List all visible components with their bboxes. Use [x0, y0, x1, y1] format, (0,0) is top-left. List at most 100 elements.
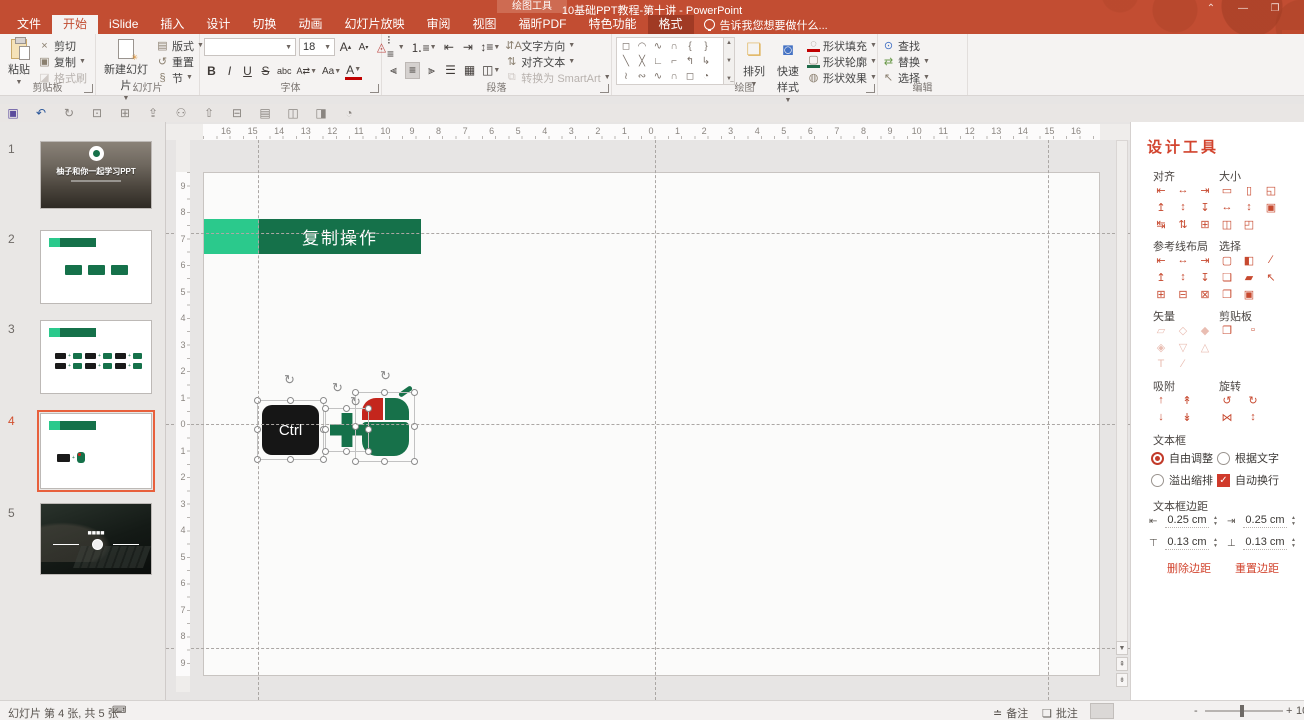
normal-view-button[interactable]	[1090, 703, 1114, 719]
glyph-icon[interactable]: ↳	[699, 56, 713, 67]
character-spacing-button[interactable]: abc	[276, 63, 293, 80]
reset-button[interactable]: ↺重置	[156, 55, 204, 68]
tab-transitions[interactable]: 切换	[241, 15, 287, 34]
qat-icon-5[interactable]: ⇪	[146, 106, 160, 120]
margin-right-field[interactable]: ⇥ 0.25 cm ▲▼	[1227, 514, 1296, 528]
margin-top-field[interactable]: ⊤ 0.13 cm ▲▼	[1149, 536, 1218, 550]
slide-thumbnail-1[interactable]: 柚子和你一起学习PPT	[40, 141, 152, 209]
rotate-handle-icon[interactable]: ↻	[284, 373, 295, 386]
qat-icon-3[interactable]: ⊡	[90, 106, 104, 120]
decrease-indent-button[interactable]: ⇤	[441, 39, 456, 56]
rotate-icon[interactable]: ↕	[1245, 411, 1261, 428]
guide-layout-icon[interactable]: ⊟	[1175, 288, 1191, 305]
tab-file[interactable]: 文件	[6, 15, 52, 34]
tab-format[interactable]: 格式	[648, 15, 694, 34]
select-icon[interactable]: ◧	[1241, 254, 1257, 271]
slide-thumbnail-4-selected[interactable]: +	[40, 413, 152, 489]
quick-styles-button[interactable]: ◙ 快速样式▼	[773, 37, 803, 106]
align-icon[interactable]: ↹	[1153, 218, 1169, 235]
size-icon[interactable]: ◱	[1263, 184, 1279, 201]
glyph-icon[interactable]: ╳	[635, 56, 649, 67]
notes-button[interactable]: ≐ 备注	[993, 705, 1028, 720]
bullets-button[interactable]: ⁝≡▼	[386, 39, 406, 56]
justify-button[interactable]: ☰	[443, 62, 458, 79]
vector-icon[interactable]: △	[1197, 341, 1213, 358]
shrink-font-button[interactable]: A▾	[356, 39, 371, 56]
glyph-icon[interactable]: ∟	[651, 56, 665, 67]
increase-indent-button[interactable]: ⇥	[460, 39, 475, 56]
find-button[interactable]: ⊙查找	[882, 39, 930, 52]
select-icon[interactable]: ▣	[1241, 288, 1257, 305]
numbering-button[interactable]: ⒈≡▼	[410, 39, 438, 56]
size-icon[interactable]: ▭	[1219, 184, 1235, 201]
align-left-button[interactable]: ⫷	[386, 62, 401, 79]
vector-icon[interactable]: ▱	[1153, 324, 1169, 341]
strikethrough-button[interactable]: S	[258, 63, 273, 80]
guide-layout-icon[interactable]: ↧	[1197, 271, 1213, 288]
glyph-icon[interactable]: ╲	[619, 56, 633, 67]
glyph-icon[interactable]: ∩	[667, 41, 681, 52]
vector-icon[interactable]: ◆	[1197, 324, 1213, 341]
next-slide-button[interactable]: ⇟	[1116, 673, 1128, 687]
glyph-icon[interactable]: ↰	[683, 56, 697, 67]
guide-layout-icon[interactable]: ↕	[1175, 271, 1191, 288]
align-icon[interactable]: ⇅	[1175, 218, 1191, 235]
size-icon[interactable]: ▯	[1241, 184, 1257, 201]
shape-outline-button[interactable]: ▢形状轮廓▼	[807, 55, 877, 68]
slide-title-banner[interactable]: 复制操作	[204, 219, 421, 254]
vertical-guide[interactable]	[258, 140, 259, 700]
slide-thumbnail-5[interactable]: ■■■■	[40, 503, 152, 575]
align-text-button[interactable]: ⇅对齐文本▼	[505, 55, 610, 68]
change-case-button[interactable]: Aa▼	[321, 63, 342, 80]
tab-special[interactable]: 特色功能	[578, 15, 648, 34]
copy-button[interactable]: ▣复制▼	[38, 55, 87, 68]
zoom-slider-track[interactable]	[1205, 710, 1283, 712]
align-icon[interactable]: ↧	[1197, 201, 1213, 218]
rotate-icon[interactable]: ↻	[1245, 394, 1261, 411]
radio-fit-text[interactable]: 根据文字	[1217, 450, 1279, 466]
line-spacing-button[interactable]: ↕≡▼	[479, 39, 501, 56]
size-icon[interactable]: ↔	[1219, 201, 1235, 218]
font-name-combo[interactable]: ▼	[204, 38, 296, 56]
select-icon[interactable]: ▰	[1241, 271, 1257, 288]
zoom-slider-thumb[interactable]	[1240, 705, 1244, 717]
glyph-icon[interactable]: {	[683, 41, 697, 52]
vertical-guide-center[interactable]	[655, 140, 656, 700]
rotate-handle-icon[interactable]: ↻	[380, 369, 391, 382]
layout-button[interactable]: ▤版式▼	[156, 39, 204, 52]
zoom-percentage[interactable]: 100%	[1296, 705, 1304, 717]
glyph-icon[interactable]: ◠	[635, 41, 649, 52]
comments-button[interactable]: ❏ 批注	[1042, 705, 1078, 720]
qat-icon-10[interactable]: ◫	[286, 106, 300, 120]
qat-icon-1[interactable]: ↶	[34, 106, 48, 120]
guide-layout-icon[interactable]: ⇤	[1153, 254, 1169, 271]
size-icon[interactable]: ▣	[1263, 201, 1279, 218]
margin-left-field[interactable]: ⇤ 0.25 cm ▲▼	[1149, 514, 1218, 528]
tab-view[interactable]: 视图	[461, 15, 507, 34]
size-icon[interactable]: ↕	[1241, 201, 1257, 218]
qat-icon-12[interactable]: ◔	[342, 106, 356, 120]
qat-icon-8[interactable]: ⊟	[230, 106, 244, 120]
cut-button[interactable]: ×剪切	[38, 39, 87, 52]
slideshow-view-button[interactable]	[1172, 703, 1196, 719]
radio-overflow[interactable]: 溢出缩排	[1151, 472, 1213, 488]
align-icon[interactable]: ↥	[1153, 201, 1169, 218]
font-color-button[interactable]: A▼	[345, 63, 362, 80]
snap-icon[interactable]: ↡	[1179, 411, 1195, 428]
selection-box-ctrl[interactable]	[257, 400, 324, 460]
drawing-dialog-launcher[interactable]	[866, 84, 875, 93]
previous-slide-button[interactable]: ⇞	[1116, 657, 1128, 671]
tab-home[interactable]: 开始	[52, 15, 98, 34]
gallery-up-button[interactable]: ▲	[726, 40, 732, 46]
select-icon[interactable]: ↖	[1263, 271, 1279, 288]
bold-button[interactable]: B	[204, 63, 219, 80]
qat-icon-7[interactable]: ⇧	[202, 106, 216, 120]
vertical-scrollbar[interactable]: ▼ ⇞ ⇟	[1116, 140, 1128, 700]
qat-icon-2[interactable]: ↻	[62, 106, 76, 120]
glyph-icon[interactable]: ⌐	[667, 56, 681, 67]
snap-icon[interactable]: ↟	[1179, 394, 1195, 411]
delete-margins-link[interactable]: 删除边距	[1167, 560, 1211, 576]
spinner[interactable]: ▲▼	[1213, 538, 1218, 549]
reading-view-button[interactable]	[1146, 703, 1170, 719]
rotate-icon[interactable]: ↺	[1219, 394, 1235, 411]
